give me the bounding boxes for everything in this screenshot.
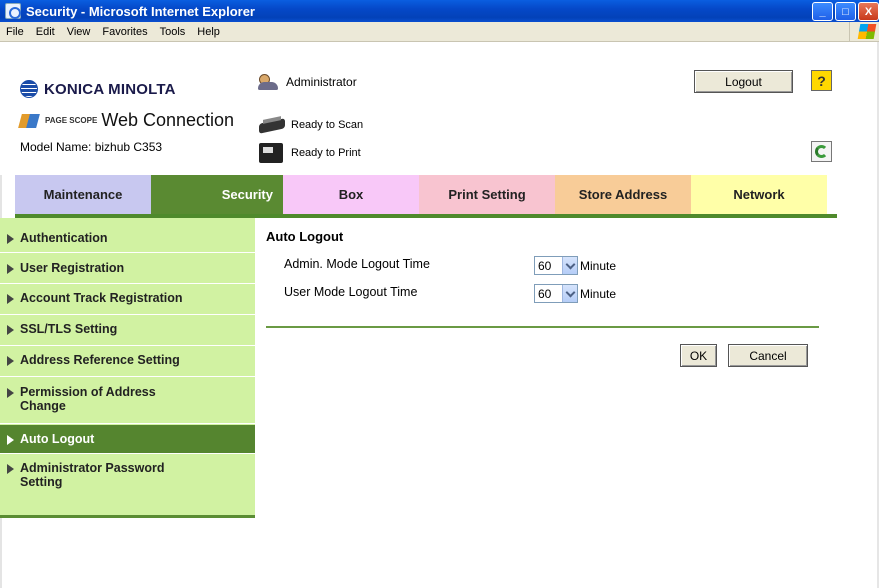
page-title: Auto Logout [266,229,344,244]
konica-minolta-logo: KONICA MINOLTA [20,80,176,98]
logout-button[interactable]: Logout [694,70,793,93]
window-title: Security - Microsoft Internet Explorer [26,3,255,19]
menu-view[interactable]: View [67,26,91,38]
user-logout-time-unit: Minute [580,287,617,301]
windows-flag-icon [857,24,877,39]
sidebar-item-label: SSL/TLS Setting [20,322,118,336]
arrow-right-icon [7,464,14,474]
printer-icon [257,141,287,165]
konica-globe-icon [20,80,38,98]
menu-bar: File Edit View Favorites Tools Help [0,22,879,42]
scanner-icon [257,115,287,135]
arrow-right-icon [7,356,14,366]
tab-network[interactable]: Network [691,175,827,214]
sidebar-item-label: Address Reference Setting [20,353,180,367]
sidebar-item-label: Permission of Address Change [20,385,156,413]
close-button[interactable]: X [858,2,879,21]
sidebar-item-user-registration[interactable]: User Registration [0,256,255,284]
internet-explorer-icon [5,3,21,19]
arrow-right-icon [7,388,14,398]
user-name: Administrator [286,75,357,89]
chevron-down-icon [562,285,577,302]
sidebar-item-auto-logout[interactable]: Auto Logout [0,425,255,454]
menu-file[interactable]: File [6,26,24,38]
admin-logout-time-select[interactable]: 60 [534,256,578,275]
admin-logout-time-label: Admin. Mode Logout Time [284,257,430,271]
admin-logout-time-unit: Minute [580,259,617,273]
tab-security[interactable]: Security [151,175,283,214]
refresh-icon[interactable] [811,141,832,162]
user-logout-time-value: 60 [538,286,552,301]
brand-name: KONICA MINOLTA [44,80,176,98]
sidebar-item-address-reference-setting[interactable]: Address Reference Setting [0,348,255,377]
page-header: KONICA MINOLTA PAGE SCOPE Web Connection… [0,42,879,175]
window-controls: _ □ X [812,2,879,21]
sidebar-item-label: User Registration [20,261,125,275]
ok-button[interactable]: OK [680,344,717,367]
menu-tools[interactable]: Tools [160,26,186,38]
arrow-right-icon [7,325,14,335]
maximize-button[interactable]: □ [835,2,856,21]
minimize-button[interactable]: _ [812,2,833,21]
model-name: Model Name: bizhub C353 [20,140,163,154]
arrow-right-icon [7,294,14,304]
arrow-right-icon [7,435,14,445]
help-icon[interactable]: ? [811,70,832,91]
user-logout-time-label: User Mode Logout Time [284,285,418,299]
cancel-button[interactable]: Cancel [728,344,808,367]
sidebar-bottom-divider [0,515,255,518]
product-name: Web Connection [101,110,235,130]
sidebar-item-account-track-registration[interactable]: Account Track Registration [0,286,255,315]
windows-logo-area [849,22,879,41]
arrow-right-icon [7,234,14,244]
user-info: Administrator [258,73,357,91]
main-tabs: Maintenance Security Box Print Setting S… [15,175,827,214]
sidebar-item-permission-of-address-change[interactable]: Permission of Address Change [0,379,255,424]
pagescope-small-text: PAGE SCOPE [45,115,98,125]
tab-print-setting[interactable]: Print Setting [419,175,555,214]
print-status: Ready to Print [257,141,361,165]
scan-status-text: Ready to Scan [291,119,364,131]
tab-store-address[interactable]: Store Address [555,175,691,214]
pagescope-logo: PAGE SCOPE Web Connection [20,110,234,131]
tab-box[interactable]: Box [283,175,419,214]
user-logout-time-select[interactable]: 60 [534,284,578,303]
sidebar-item-label: Administrator Password Setting [20,461,165,489]
scan-status: Ready to Scan [257,115,363,135]
tab-maintenance[interactable]: Maintenance [15,175,151,214]
chevron-down-icon [562,257,577,274]
sidebar-item-label: Auto Logout [20,432,95,446]
admin-logout-time-value: 60 [538,258,552,273]
sidebar-item-administrator-password-setting[interactable]: Administrator Password Setting [0,455,255,500]
menu-help[interactable]: Help [197,26,220,38]
sidebar-item-ssl-tls-setting[interactable]: SSL/TLS Setting [0,317,255,346]
sidebar-item-authentication[interactable]: Authentication [0,226,255,253]
menu-favorites[interactable]: Favorites [102,26,147,38]
menu-edit[interactable]: Edit [36,26,55,38]
sidebar-item-label: Account Track Registration [20,291,183,305]
administrator-icon [258,73,280,91]
pagescope-icon [20,112,42,130]
sidebar-item-label: Authentication [20,231,108,245]
print-status-text: Ready to Print [291,147,361,159]
content-divider [266,326,819,328]
window-title-bar: Security - Microsoft Internet Explorer _… [0,0,879,22]
arrow-right-icon [7,264,14,274]
